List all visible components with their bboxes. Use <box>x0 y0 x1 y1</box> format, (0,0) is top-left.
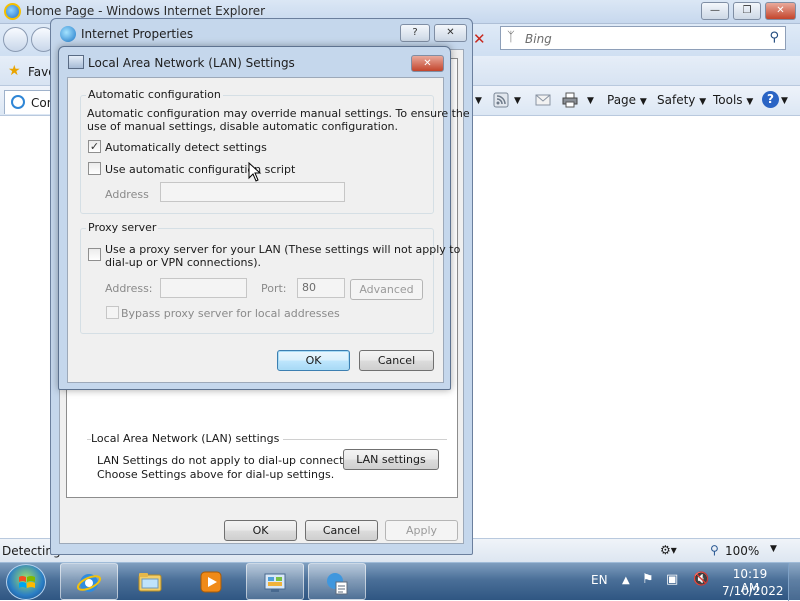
help-dropdown-icon[interactable]: ▼ <box>781 96 788 106</box>
taskbar-explorer-button[interactable] <box>122 563 180 600</box>
script-address-input[interactable] <box>160 182 345 202</box>
lan-section-label: Local Area Network (LAN) settings <box>91 432 284 445</box>
loading-icon <box>11 95 25 109</box>
auto-detect-checkbox[interactable]: ✓ <box>88 140 101 153</box>
taskbar-control-panel-button[interactable] <box>246 563 304 600</box>
mouse-cursor-icon <box>248 162 262 182</box>
auto-config-label: Automatic configuration <box>86 88 223 101</box>
maximize-button[interactable]: ❐ <box>733 2 761 20</box>
use-proxy-label-line1[interactable]: Use a proxy server for your LAN (These s… <box>105 243 460 256</box>
cancel-button[interactable]: Cancel <box>305 520 378 541</box>
use-proxy-label-line2[interactable]: dial-up or VPN connections). <box>105 256 261 269</box>
proxy-address-label: Address: <box>105 282 153 295</box>
use-script-checkbox[interactable] <box>88 162 101 175</box>
clock-date[interactable]: 7/10/2022 <box>722 584 784 598</box>
lan-description-line1: LAN Settings do not apply to dial-up con… <box>97 454 370 467</box>
advanced-button[interactable]: Advanced <box>350 279 423 300</box>
bypass-local-checkbox[interactable] <box>106 306 119 319</box>
rss-feed-icon[interactable] <box>493 92 509 108</box>
ie-window-title: Home Page - Windows Internet Explorer <box>26 4 266 18</box>
internet-explorer-icon <box>76 574 102 592</box>
port-label: Port: <box>261 282 287 295</box>
ie-close-button[interactable]: ✕ <box>765 2 796 20</box>
network-icon <box>68 55 84 69</box>
taskbar-media-player-button[interactable] <box>183 563 241 600</box>
print-dropdown-icon[interactable]: ▼ <box>587 96 594 106</box>
proxy-label: Proxy server <box>86 221 159 234</box>
script-address-label: Address <box>105 188 149 201</box>
feed-dropdown-icon[interactable]: ▼ <box>514 96 521 106</box>
lan-dialog-title: Local Area Network (LAN) Settings <box>88 56 295 70</box>
taskbar-ie-button[interactable] <box>60 563 118 600</box>
print-icon[interactable] <box>562 92 578 108</box>
internet-options-icon <box>327 573 348 595</box>
action-center-flag-icon[interactable]: ⚑ <box>642 572 658 588</box>
lan-close-button[interactable]: ✕ <box>411 55 444 72</box>
auto-config-desc-line1: Automatic configuration may override man… <box>87 107 470 120</box>
use-proxy-checkbox[interactable] <box>88 248 101 261</box>
volume-icon[interactable]: 🔇 <box>693 572 709 588</box>
folder-icon <box>138 573 162 592</box>
search-icon[interactable]: ⚲ <box>769 30 779 45</box>
language-indicator[interactable]: EN <box>591 573 608 587</box>
safety-menu[interactable]: Safety ▼ <box>657 93 706 107</box>
auto-config-desc-line2: use of manual settings, disable automati… <box>87 120 399 133</box>
security-zone-icon[interactable]: ⚙▾ <box>660 543 677 557</box>
bypass-local-label[interactable]: Bypass proxy server for local addresses <box>121 307 340 320</box>
proxy-address-input[interactable] <box>160 278 247 298</box>
lan-cancel-button[interactable]: Cancel <box>359 350 434 371</box>
lan-dialog-body: Automatic configuration Automatic config… <box>67 77 470 383</box>
ok-button[interactable]: OK <box>224 520 297 541</box>
tools-menu[interactable]: Tools ▼ <box>713 93 753 107</box>
windows-logo-icon <box>19 576 35 588</box>
search-input[interactable]: Bing <box>525 32 552 46</box>
help-icon[interactable]: ? <box>762 91 779 108</box>
dialog-close-button[interactable]: ✕ <box>434 24 467 42</box>
zoom-dropdown-icon[interactable]: ▼ <box>770 544 777 554</box>
internet-options-icon <box>60 26 76 42</box>
ie-logo-icon <box>4 3 21 20</box>
taskbar: EN ▲ ⚑ ▣ 🔇 10:19 AM 7/10/2022 <box>0 562 800 601</box>
show-desktop-button[interactable] <box>788 563 800 601</box>
apply-button[interactable]: Apply <box>385 520 458 541</box>
show-hidden-icons-icon[interactable]: ▲ <box>622 575 630 586</box>
control-panel-icon <box>264 573 286 592</box>
lan-ok-button[interactable]: OK <box>277 350 350 371</box>
auto-detect-label[interactable]: Automatically detect settings <box>105 141 267 154</box>
stop-icon[interactable]: ✕ <box>473 31 489 47</box>
zoom-icon[interactable]: ⚲ <box>710 543 719 557</box>
lan-settings-dialog: Local Area Network (LAN) Settings ✕ Auto… <box>58 46 470 390</box>
back-button[interactable] <box>3 27 28 52</box>
start-button[interactable] <box>6 564 46 600</box>
favorites-star-icon[interactable]: ★ <box>8 63 21 79</box>
media-player-icon <box>200 571 222 593</box>
network-tray-icon[interactable]: ▣ <box>666 572 682 588</box>
taskbar-internet-options-button[interactable] <box>308 563 366 600</box>
use-script-label[interactable]: Use automatic configuration script <box>105 163 295 176</box>
mail-icon[interactable] <box>535 92 551 108</box>
dialog-title: Internet Properties <box>81 27 194 41</box>
lan-settings-button[interactable]: LAN settings <box>343 449 439 470</box>
zoom-level[interactable]: 100% <box>725 544 759 558</box>
minimize-button[interactable]: — <box>701 2 729 20</box>
search-box[interactable]: ᛉ Bing ⚲ <box>500 26 786 50</box>
home-dropdown-icon[interactable]: ▼ <box>475 96 482 106</box>
page-menu[interactable]: Page ▼ <box>607 93 647 107</box>
dialog-help-button[interactable]: ? <box>400 24 430 42</box>
bing-icon: ᛉ <box>507 30 515 45</box>
port-input[interactable]: 80 <box>297 278 345 298</box>
lan-description-line2: Choose Settings above for dial-up settin… <box>97 468 335 481</box>
